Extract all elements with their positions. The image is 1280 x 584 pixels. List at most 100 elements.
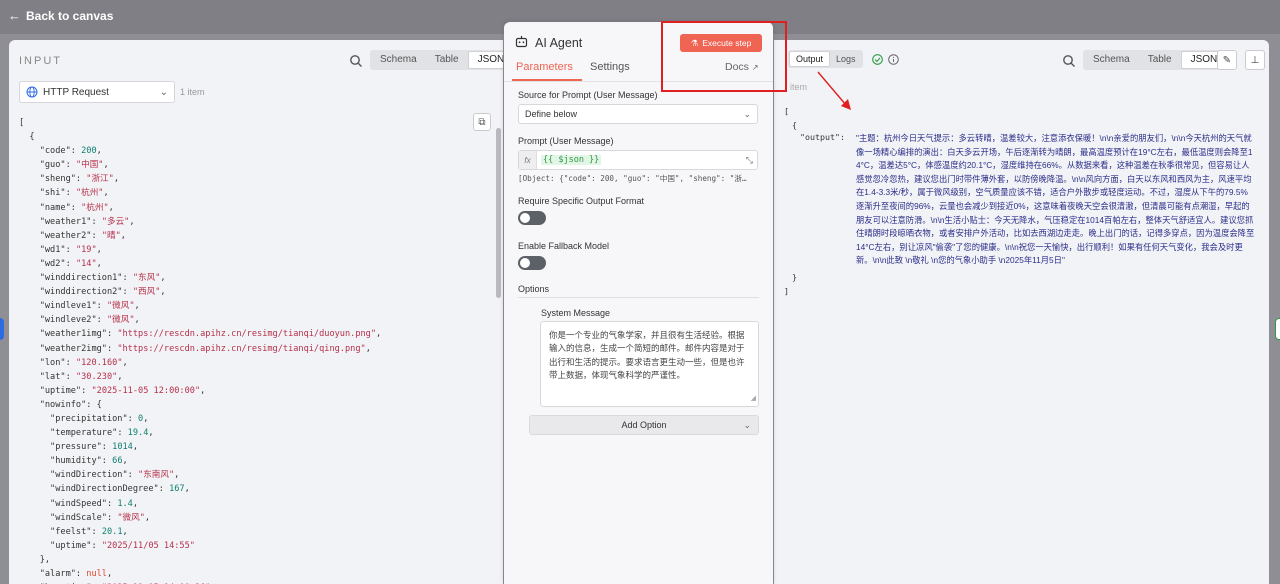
json-line: "feelst": 20.1, xyxy=(19,525,489,539)
json-token: "weather2img" xyxy=(39,343,107,354)
json-token: "东风" xyxy=(132,273,161,284)
json-token: : xyxy=(91,230,102,241)
require-output-toggle[interactable] xyxy=(518,211,546,225)
input-view-table[interactable]: Table xyxy=(426,51,468,69)
output-field-row: "output": "主题：杭州今日天气提示：多云转晴，温差较大，注意添衣保暖！… xyxy=(792,132,1264,268)
tab-parameters[interactable]: Parameters xyxy=(516,61,573,73)
tab-output[interactable]: Output xyxy=(789,51,831,67)
json-token: "uptime" xyxy=(50,540,92,551)
input-panel-label: INPUT xyxy=(19,55,62,67)
prompt-input[interactable]: fx {{ $json }} ⤡ xyxy=(518,150,758,170)
json-token: "windDirection" xyxy=(50,470,128,481)
json-token: "winddirection1" xyxy=(39,273,123,284)
json-line: "lon": "120.160", xyxy=(19,356,489,370)
json-line: "guo": "中国", xyxy=(19,158,489,172)
options-title: Options xyxy=(518,284,550,294)
expand-icon[interactable]: ⤡ xyxy=(746,155,753,166)
info-icon[interactable] xyxy=(888,54,899,65)
fallback-toggle[interactable] xyxy=(518,256,546,270)
back-to-canvas-link[interactable]: ← Back to canvas xyxy=(8,8,113,23)
resize-handle-icon[interactable]: ◢ xyxy=(751,392,756,405)
json-token: "code" xyxy=(39,146,71,157)
json-token: "14" xyxy=(75,258,97,269)
require-output-label: Require Specific Output Format xyxy=(518,196,645,206)
json-line: }, xyxy=(19,553,489,567)
json-token: "30.230" xyxy=(75,371,118,382)
output-search-icon[interactable] xyxy=(1062,54,1076,68)
json-token: , xyxy=(106,569,113,579)
json-token: , xyxy=(96,146,102,157)
json-line: "pressure": 1014, xyxy=(19,440,489,454)
json-token: "https://rescdn.apihz.cn/resimg/tianqi/q… xyxy=(117,343,366,354)
back-label: Back to canvas xyxy=(26,8,114,23)
json-line: "wd2": "14", xyxy=(19,257,489,271)
annotation-highlight-box xyxy=(661,21,787,92)
output-json-view: [ { "output": "主题：杭州今日天气提示：多云转晴，温差较大，注意添… xyxy=(784,104,1264,298)
output-view-schema[interactable]: Schema xyxy=(1084,51,1139,69)
chevron-down-icon: ⌄ xyxy=(159,86,168,98)
json-token: , xyxy=(365,343,371,354)
json-line: "weather1img": "https://rescdn.apihz.cn/… xyxy=(19,327,489,341)
canvas-edge-handle-left xyxy=(0,318,4,340)
output-view-table[interactable]: Table xyxy=(1139,51,1181,69)
output-item-count: item xyxy=(790,82,808,92)
json-token: "shi" xyxy=(39,188,66,199)
tab-settings[interactable]: Settings xyxy=(590,61,630,73)
system-message-value: 你是一个专业的气象学家，并且很有生活经验。根据输入的信息，生成一个简短的邮件。邮… xyxy=(549,330,745,381)
json-token: : xyxy=(75,174,87,185)
system-message-textarea[interactable]: 你是一个专业的气象学家，并且很有生活经验。根据输入的信息，生成一个简短的邮件。邮… xyxy=(540,321,759,407)
canvas-edge-handle-right xyxy=(1275,318,1280,340)
edit-output-button[interactable]: ✎ xyxy=(1217,50,1237,70)
fallback-label: Enable Fallback Model xyxy=(518,241,610,251)
tab-logs[interactable]: Logs xyxy=(830,51,862,67)
pencil-icon: ✎ xyxy=(1222,54,1232,66)
json-token: }, xyxy=(19,554,51,565)
json-line: "precipitation": 0, xyxy=(19,412,489,426)
add-option-label: Add Option xyxy=(621,420,667,430)
output-view-toggle: Schema Table JSON xyxy=(1083,50,1229,70)
input-node-select[interactable]: HTTP Request ⌄ xyxy=(19,81,175,103)
json-token: , xyxy=(148,428,154,439)
json-token: "weather1" xyxy=(39,216,92,227)
input-view-json[interactable]: JSON xyxy=(467,51,503,69)
json-line: "temperature": 19.4, xyxy=(19,426,489,440)
json-token: : { xyxy=(86,399,102,410)
json-token: : xyxy=(122,287,133,298)
source-dropdown[interactable]: Define below ⌄ xyxy=(518,104,758,124)
json-line: "uptime": "2025-11-05 12:00:00", xyxy=(19,384,489,398)
pin-output-button[interactable]: ⊥ xyxy=(1245,50,1265,70)
json-token: : xyxy=(127,413,139,424)
json-token: : xyxy=(101,456,113,467)
json-token: "guo" xyxy=(39,160,66,171)
json-token: : xyxy=(65,160,76,171)
json-line: "winddirection1": "东风", xyxy=(19,271,489,285)
json-token: : xyxy=(70,146,82,157)
json-token: , xyxy=(129,216,135,227)
add-option-button[interactable]: Add Option ⌄ xyxy=(529,415,759,435)
json-token: null xyxy=(86,569,107,579)
json-line: "windleve2": "微风", xyxy=(19,313,489,327)
search-icon[interactable] xyxy=(349,54,363,68)
chevron-down-icon: ⌄ xyxy=(743,420,751,430)
output-value: "主题：杭州今日天气提示：多云转晴，温差较大，注意添衣保暖！\n\n亲爱的朋友们… xyxy=(856,133,1255,266)
json-line: "nowinfo": { xyxy=(19,398,489,412)
json-token: : xyxy=(70,202,82,213)
json-token: "windSpeed" xyxy=(50,498,107,509)
json-token: 20.1 xyxy=(101,526,123,537)
json-token: : xyxy=(81,385,92,396)
json-token: , xyxy=(134,301,140,312)
json-token: "微风" xyxy=(117,512,145,523)
input-scrollbar[interactable] xyxy=(496,128,501,298)
input-view-schema[interactable]: Schema xyxy=(371,51,426,69)
